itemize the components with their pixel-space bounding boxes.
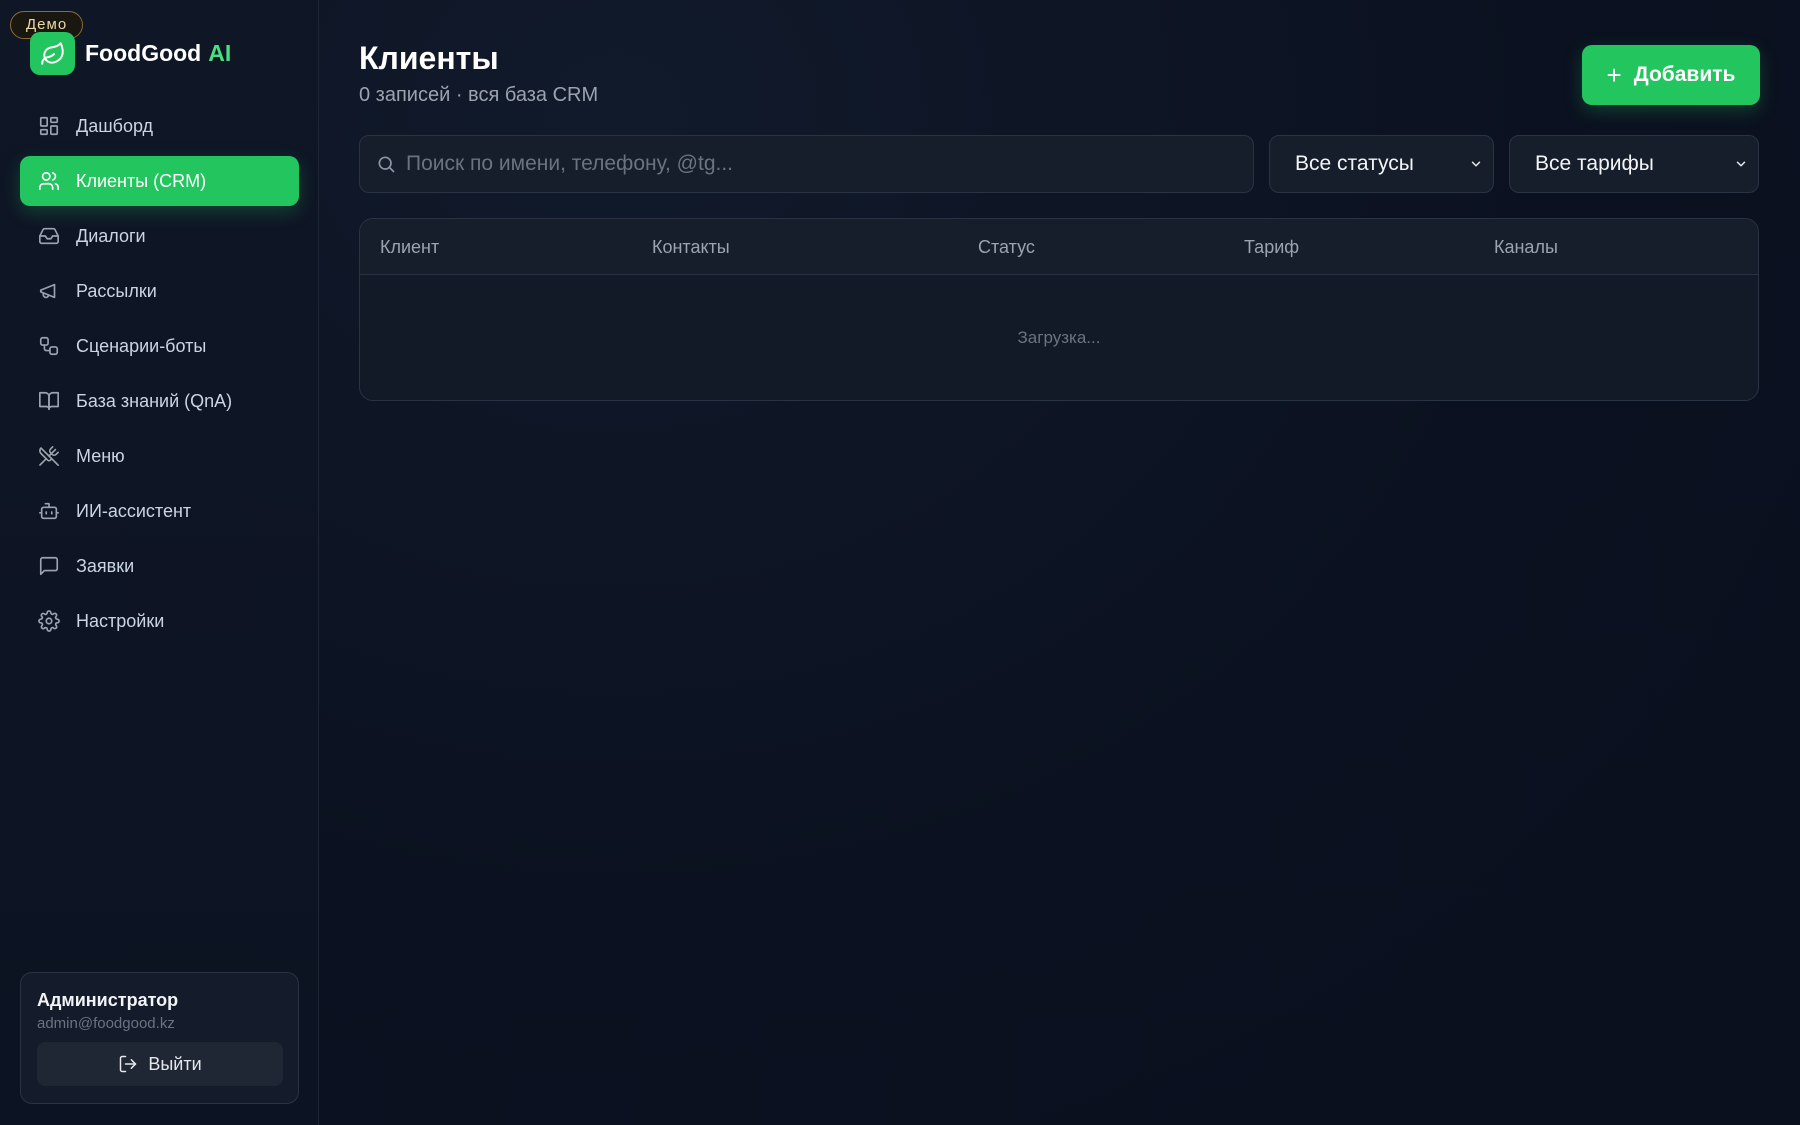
chevron-down-icon [1736,161,1746,167]
sidebar-item-label: Настройки [76,610,165,631]
users-icon [38,170,60,192]
clients-table: Клиент Контакты Статус Тариф Каналы Загр… [359,218,1759,401]
sidebar-item-menu[interactable]: Меню [20,431,299,481]
sidebar-item-label: Дашборд [76,115,154,136]
book-icon [38,390,60,412]
sidebar-item-label: База знаний (QnA) [76,390,233,411]
filters-bar: Все статусы Все тарифы [359,135,1759,193]
user-email: admin@foodgood.kz [37,1015,175,1032]
bot-icon [38,500,60,522]
user-name: Администратор [37,990,179,1010]
sidebar-item-mailings[interactable]: Рассылки [20,266,299,316]
gear-icon [38,610,60,632]
page-subtitle: 0 записей · вся база CRM [359,84,599,106]
utensils-icon [38,445,60,467]
column-header-channels[interactable]: Каналы [1494,219,1558,275]
status-filter-select[interactable]: Все статусы [1269,135,1494,193]
sidebar-item-dialogs[interactable]: Диалоги [20,211,299,261]
dashboard-icon [38,115,60,137]
table-body: Загрузка... [360,275,1758,400]
sidebar-item-label: Диалоги [76,225,146,246]
main-content: Клиенты 0 записей · вся база CRM + Добав… [319,0,1800,1125]
app-root: Демо FoodGood AI Дашборд Клиенты (CRM) Д… [0,0,1800,1125]
loading-text: Загрузка... [1017,328,1101,347]
brand-name: FoodGood [85,40,202,66]
search-box[interactable] [359,135,1254,193]
workflow-icon [38,335,60,357]
sidebar-item-clients[interactable]: Клиенты (CRM) [20,156,299,206]
sidebar-item-label: ИИ-ассистент [76,500,192,521]
column-header-status[interactable]: Статус [978,219,1035,275]
leaf-icon [30,32,75,75]
sidebar-nav: Дашборд Клиенты (CRM) Диалоги Рассылки С… [20,101,299,651]
search-icon [378,156,395,173]
tariff-filter-select[interactable]: Все тарифы [1509,135,1759,193]
logout-button[interactable]: Выйти [37,1042,283,1086]
add-client-button[interactable]: + Добавить [1582,45,1760,105]
column-header-client[interactable]: Клиент [380,219,439,275]
sidebar-item-label: Заявки [76,555,135,576]
sidebar-item-knowledge-base[interactable]: База знаний (QnA) [20,376,299,426]
add-button-label: Добавить [1633,63,1736,86]
sidebar-item-label: Клиенты (CRM) [76,170,207,191]
page-title: Клиенты [359,40,499,76]
column-header-tariff[interactable]: Тариф [1244,219,1299,275]
plus-icon: + [1606,60,1622,90]
table-header: Клиент Контакты Статус Тариф Каналы [360,219,1758,275]
brand-logo[interactable]: FoodGood AI [30,32,231,75]
sidebar-item-bots[interactable]: Сценарии-боты [20,321,299,371]
sidebar-item-dashboard[interactable]: Дашборд [20,101,299,151]
chevron-down-icon [1471,161,1481,167]
tariff-filter-value: Все тарифы [1535,152,1654,175]
status-filter-value: Все статусы [1295,152,1414,175]
user-card: Администратор admin@foodgood.kz Выйти [20,972,299,1104]
logout-label: Выйти [148,1053,202,1074]
sidebar-item-requests[interactable]: Заявки [20,541,299,591]
inbox-icon [38,225,60,247]
sidebar-item-ai-assistant[interactable]: ИИ-ассистент [20,486,299,536]
sidebar-item-label: Меню [76,445,125,466]
logout-icon [120,1055,137,1073]
megaphone-icon [38,280,60,302]
sidebar-item-label: Рассылки [76,280,157,301]
sidebar: Демо FoodGood AI Дашборд Клиенты (CRM) Д… [0,0,319,1125]
brand-accent: AI [208,40,232,66]
message-icon [38,555,60,577]
sidebar-item-label: Сценарии-боты [76,335,207,356]
column-header-contacts[interactable]: Контакты [652,219,730,275]
search-input[interactable] [406,136,1253,192]
sidebar-item-settings[interactable]: Настройки [20,596,299,646]
